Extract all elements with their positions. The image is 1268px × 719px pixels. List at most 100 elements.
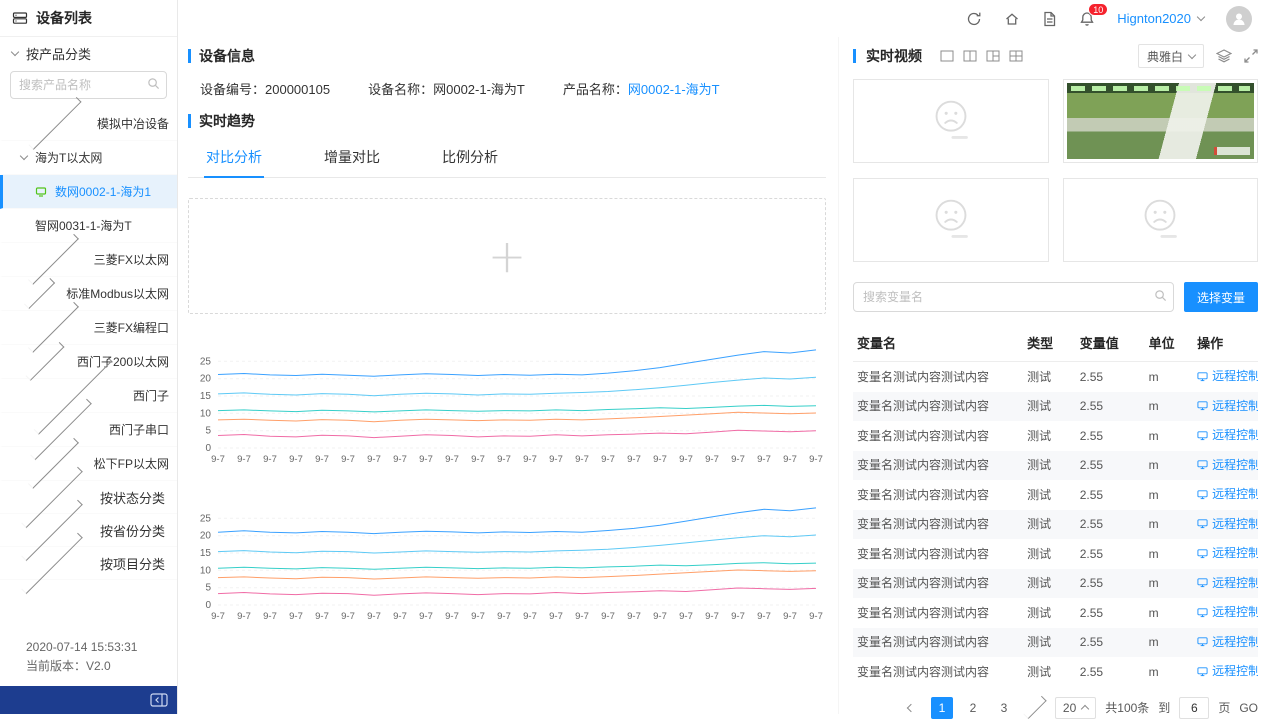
cell-type: 测试 <box>1023 392 1076 422</box>
svg-text:5: 5 <box>205 426 211 437</box>
tree-item[interactable]: 数网0002-1-海为1 <box>0 175 177 209</box>
svg-text:9-7: 9-7 <box>783 611 797 622</box>
next-page-button[interactable] <box>1024 697 1046 719</box>
layout-split-icon[interactable] <box>963 50 977 62</box>
remote-control-link[interactable]: 远程控制 <box>1197 576 1258 590</box>
svg-text:9-7: 9-7 <box>341 611 355 622</box>
video-cell-live[interactable] <box>1063 79 1259 163</box>
bell-icon[interactable]: 10 <box>1079 11 1095 27</box>
chevron-down-icon <box>1188 50 1196 58</box>
remote-control-link[interactable]: 远程控制 <box>1197 546 1258 560</box>
tab-增量对比[interactable]: 增量对比 <box>322 138 382 178</box>
field-label: 产品名称： <box>563 82 628 97</box>
collapse-sidebar-icon[interactable] <box>150 693 168 707</box>
go-button[interactable]: GO <box>1239 701 1258 715</box>
tree-item[interactable]: 西门子串口 <box>0 413 177 447</box>
sidebar-group-products[interactable]: 按产品分类 <box>0 37 177 69</box>
tree-item[interactable]: 三菱FX编程口 <box>0 311 177 345</box>
avatar[interactable] <box>1226 6 1252 32</box>
theme-select[interactable]: 典雅白 <box>1138 44 1204 68</box>
page-jump-input[interactable] <box>1179 697 1209 719</box>
chevron-left-icon <box>907 703 915 711</box>
table-row: 变量名测试内容测试内容测试2.55m远程控制 <box>853 539 1258 569</box>
tree-item[interactable]: 标准Modbus以太网 <box>0 277 177 311</box>
chevron-down-icon <box>11 47 19 55</box>
page-size-select[interactable]: 20 <box>1055 697 1096 719</box>
table-row: 变量名测试内容测试内容测试2.55m远程控制 <box>853 569 1258 599</box>
layout-single-icon[interactable] <box>940 50 954 62</box>
tree-item[interactable]: 松下FP以太网 <box>0 447 177 481</box>
remote-control-icon <box>1197 607 1208 618</box>
video-cell-empty[interactable] <box>853 79 1049 163</box>
cell-type: 测试 <box>1023 451 1076 481</box>
variable-search-input[interactable] <box>853 282 1174 312</box>
video-cell-empty[interactable] <box>853 178 1049 262</box>
tree-item-label: 模拟中冶设备 <box>97 115 169 132</box>
section-accent-bar <box>188 49 191 63</box>
tree-item[interactable]: 模拟中冶设备 <box>0 107 177 141</box>
remote-control-link[interactable]: 远程控制 <box>1197 605 1258 619</box>
layout-three-icon[interactable] <box>986 50 1000 62</box>
chevron-right-icon <box>24 278 55 309</box>
user-menu[interactable]: Hignton2020 <box>1117 11 1204 26</box>
cell-type: 测试 <box>1023 598 1076 628</box>
section-accent-bar <box>853 49 856 63</box>
remote-control-link[interactable]: 远程控制 <box>1197 428 1258 442</box>
tab-对比分析[interactable]: 对比分析 <box>204 138 264 178</box>
video-cell-empty[interactable] <box>1063 178 1259 262</box>
tree-item[interactable]: 智网0031-1-海为T <box>0 209 177 243</box>
cell-action: 远程控制 <box>1193 569 1258 599</box>
table-row: 变量名测试内容测试内容测试2.55m远程控制 <box>853 392 1258 422</box>
cell-value: 2.55 <box>1076 510 1145 540</box>
sidebar-group[interactable]: 按状态分类 <box>0 481 177 514</box>
chevron-down-icon <box>1197 13 1205 21</box>
remote-control-icon <box>1197 548 1208 559</box>
prev-page-button[interactable] <box>900 697 922 719</box>
svg-text:9-7: 9-7 <box>809 454 823 465</box>
cell-unit: m <box>1145 510 1194 540</box>
tree-item[interactable]: 西门子 <box>0 379 177 413</box>
remote-control-link[interactable]: 远程控制 <box>1197 664 1258 678</box>
page-button-2[interactable]: 2 <box>962 697 984 719</box>
tree-item[interactable]: 三菱FX以太网 <box>0 243 177 277</box>
search-icon[interactable] <box>1154 289 1167 302</box>
cell-action: 远程控制 <box>1193 510 1258 540</box>
document-icon[interactable] <box>1042 11 1057 27</box>
search-icon[interactable] <box>147 77 160 90</box>
home-icon[interactable] <box>1004 11 1020 27</box>
product-search-input[interactable] <box>10 71 167 99</box>
select-variable-button[interactable]: 选择变量 <box>1184 282 1258 312</box>
cell-action: 远程控制 <box>1193 421 1258 451</box>
remote-control-link[interactable]: 远程控制 <box>1197 487 1258 501</box>
remote-control-link[interactable]: 远程控制 <box>1197 635 1258 649</box>
remote-control-link[interactable]: 远程控制 <box>1197 399 1258 413</box>
layers-icon[interactable] <box>1216 49 1232 63</box>
remote-control-link[interactable]: 远程控制 <box>1197 458 1258 472</box>
add-chart-dropzone[interactable]: + <box>188 198 826 314</box>
tree-item-label: 海为T以太网 <box>35 149 102 166</box>
layout-grid-icon[interactable] <box>1009 50 1023 62</box>
video-header: 实时视频 <box>853 43 1258 69</box>
remote-control-link[interactable]: 远程控制 <box>1197 369 1258 383</box>
svg-text:9-7: 9-7 <box>523 454 537 465</box>
username: Hignton2020 <box>1117 11 1191 26</box>
table-row: 变量名测试内容测试内容测试2.55m远程控制 <box>853 480 1258 510</box>
tree-item[interactable]: 海为T以太网 <box>0 141 177 175</box>
sidebar-group-label: 按产品分类 <box>26 44 91 63</box>
cell-type: 测试 <box>1023 539 1076 569</box>
cell-type: 测试 <box>1023 510 1076 540</box>
svg-text:25: 25 <box>200 513 212 524</box>
page-button-1[interactable]: 1 <box>931 697 953 719</box>
device-info-field: 设备名称：网0002-1-海为T <box>368 79 525 98</box>
tree-item-label: 智网0031-1-海为T <box>35 217 132 234</box>
cell-value: 2.55 <box>1076 569 1145 599</box>
plus-icon: + <box>488 238 527 275</box>
fullscreen-icon[interactable] <box>1244 49 1258 63</box>
tab-比例分析[interactable]: 比例分析 <box>440 138 500 178</box>
svg-text:9-7: 9-7 <box>809 611 823 622</box>
field-value[interactable]: 网0002-1-海为T <box>628 82 720 97</box>
chevron-right-icon <box>1023 696 1046 719</box>
page-button-3[interactable]: 3 <box>993 697 1015 719</box>
remote-control-link[interactable]: 远程控制 <box>1197 517 1258 531</box>
refresh-icon[interactable] <box>966 11 982 27</box>
